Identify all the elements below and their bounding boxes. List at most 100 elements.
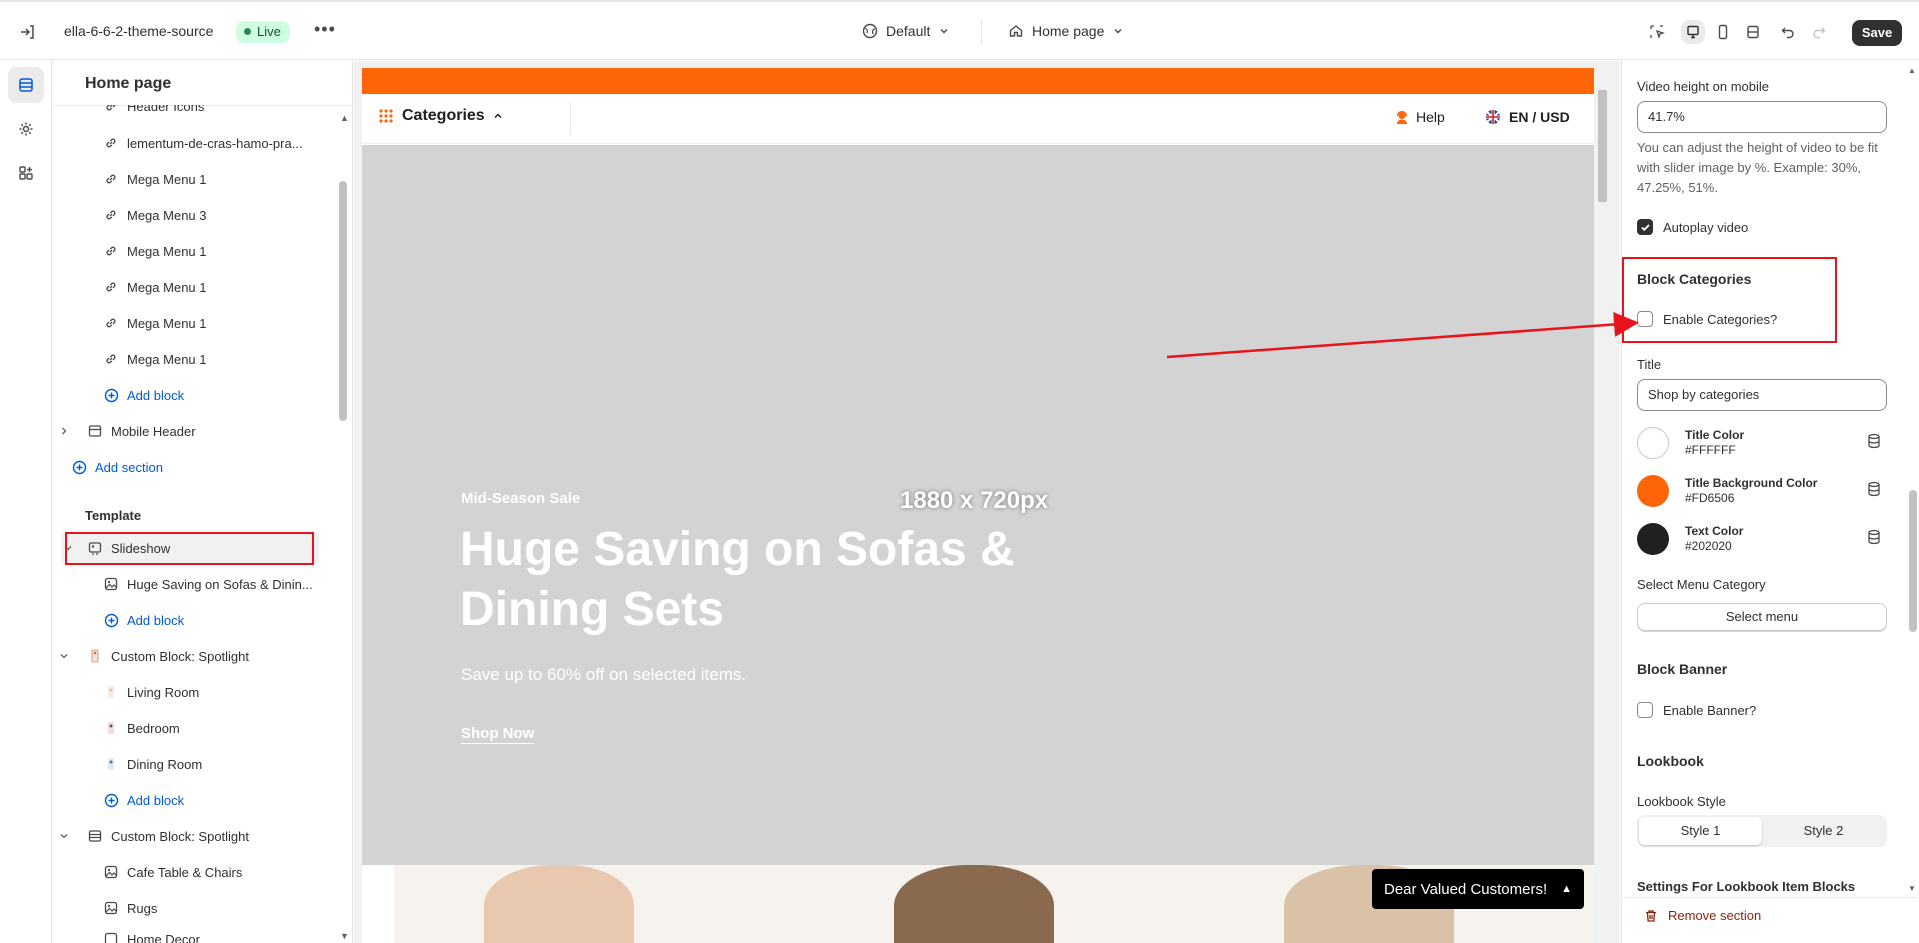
block-row[interactable]: Home Decor	[53, 929, 333, 943]
exit-icon[interactable]	[18, 22, 38, 42]
block-row[interactable]: Bedroom	[53, 713, 333, 743]
inspector-icon[interactable]	[1645, 20, 1669, 44]
block-row[interactable]: Living Room	[53, 677, 333, 707]
page-selector[interactable]: Home page	[1008, 23, 1124, 39]
help-link[interactable]: Help	[1394, 109, 1445, 125]
block-row[interactable]: Mega Menu 1	[53, 272, 333, 302]
color-swatch[interactable]	[1637, 475, 1669, 507]
sidebar-scrollbar[interactable]	[339, 181, 347, 421]
link-icon	[103, 279, 119, 295]
select-menu-button[interactable]: Select menu	[1637, 603, 1887, 631]
scroll-up-icon[interactable]: ▲	[1908, 66, 1916, 75]
chevron-right-icon[interactable]	[59, 424, 69, 439]
block-row[interactable]: Dining Room	[53, 749, 333, 779]
add-block-button[interactable]: Add block	[53, 380, 333, 410]
remove-section-button[interactable]: Remove section	[1644, 908, 1761, 923]
language-currency-label: EN / USD	[1509, 109, 1570, 125]
text-color-setting[interactable]: Text Color #202020	[1637, 521, 1887, 557]
language-currency-selector[interactable]: EN / USD	[1485, 109, 1570, 125]
theme-settings-gear-icon[interactable]	[8, 111, 44, 147]
link-icon	[103, 243, 119, 259]
apps-icon[interactable]	[8, 155, 44, 191]
section-spotlight[interactable]: Custom Block: Spotlight	[53, 641, 333, 671]
enable-banner-checkbox[interactable]: Enable Banner?	[1637, 702, 1756, 718]
bedroom-thumbnail-icon	[103, 720, 119, 736]
block-row[interactable]: lementum-de-cras-hamo-pra...	[53, 128, 333, 158]
scroll-down-icon[interactable]: ▼	[340, 931, 349, 941]
title-color-setting[interactable]: Title Color #FFFFFF	[1637, 425, 1887, 461]
section-layout-icon	[87, 828, 103, 844]
video-height-input[interactable]: 41.7%	[1637, 101, 1887, 133]
color-swatch[interactable]	[1637, 427, 1669, 459]
autoplay-video-checkbox[interactable]: Autoplay video	[1637, 219, 1748, 235]
title-background-color-setting[interactable]: Title Background Color #FD6506	[1637, 473, 1887, 509]
settings-scrollbar[interactable]	[1909, 490, 1917, 632]
title-input[interactable]: Shop by categories	[1637, 379, 1887, 411]
block-row[interactable]: Header Icons	[53, 98, 333, 121]
categories-menu-button[interactable]: Categories	[378, 107, 503, 125]
plus-circle-icon	[103, 792, 119, 808]
page-selector-label: Home page	[1032, 23, 1105, 39]
hero-subtext: Save up to 60% off on selected items.	[461, 665, 747, 684]
checkbox-checked-icon	[1637, 219, 1653, 235]
slideshow-hero[interactable]: 1880 x 720px Mid-Season Sale Huge Saving…	[362, 145, 1594, 865]
uk-flag-icon	[1486, 110, 1500, 124]
link-icon	[103, 351, 119, 367]
scroll-down-icon[interactable]: ▼	[1908, 884, 1916, 893]
block-row[interactable]: Cafe Table & Chairs	[53, 857, 333, 887]
trash-icon	[1646, 909, 1656, 922]
add-section-button[interactable]: Add section	[53, 452, 333, 482]
scroll-up-icon[interactable]: ▲	[340, 113, 349, 123]
live-badge: Live	[236, 21, 290, 43]
chevron-down-icon[interactable]	[59, 829, 69, 844]
color-swatch[interactable]	[1637, 523, 1669, 555]
checkbox-unchecked-icon	[1637, 702, 1653, 718]
lookbook-style-option[interactable]: Style 2	[1762, 817, 1885, 845]
store-name: ella-6-6-2-theme-source	[64, 23, 214, 39]
database-icon[interactable]	[1867, 433, 1881, 454]
notice-popup-button[interactable]: Dear Valued Customers! ▲	[1372, 869, 1584, 909]
mobile-view-icon[interactable]	[1711, 20, 1735, 44]
block-label: Header Icons	[127, 98, 205, 114]
block-row[interactable]: Mega Menu 1	[53, 344, 333, 374]
theme-selector[interactable]: Default	[862, 23, 950, 39]
block-row[interactable]: Rugs	[53, 893, 333, 923]
video-height-label: Video height on mobile	[1637, 79, 1770, 94]
settings-footer: Remove section	[1622, 897, 1918, 943]
block-row[interactable]: Mega Menu 1	[53, 164, 333, 194]
lookbook-style-option[interactable]: Style 1	[1639, 817, 1762, 845]
plus-circle-icon	[103, 612, 119, 628]
color-name: Title Color	[1685, 428, 1745, 442]
shop-now-link[interactable]: Shop Now	[461, 725, 535, 744]
preview-scrollbar[interactable]	[1598, 90, 1607, 202]
block-row[interactable]: Mega Menu 1	[53, 308, 333, 338]
add-block-button[interactable]: Add block	[53, 605, 333, 635]
section-mobile-header[interactable]: Mobile Header	[53, 416, 333, 446]
save-button[interactable]: Save	[1852, 20, 1902, 46]
database-icon[interactable]	[1867, 481, 1881, 502]
add-block-label: Add block	[127, 792, 185, 808]
storefront-preview[interactable]: Categories Help EN / USD 1880 x 720px Mi…	[362, 68, 1594, 943]
more-actions-button[interactable]: •••	[314, 19, 336, 40]
model-photo	[484, 865, 634, 943]
autoplay-label: Autoplay video	[1663, 219, 1749, 235]
redo-icon	[1807, 20, 1831, 44]
chevron-down-icon	[1114, 29, 1122, 34]
full-width-view-icon[interactable]	[1741, 20, 1765, 44]
lookbook-heading: Lookbook	[1637, 753, 1704, 769]
section-spotlight[interactable]: Custom Block: Spotlight	[53, 821, 333, 851]
block-row[interactable]: Mega Menu 1	[53, 236, 333, 266]
desktop-view-icon[interactable]	[1681, 20, 1705, 44]
add-section-label: Add section	[95, 459, 163, 475]
add-block-button[interactable]: Add block	[53, 785, 333, 815]
block-label: Living Room	[127, 684, 200, 700]
sidebar-title: Home page	[85, 75, 172, 92]
chevron-down-icon[interactable]	[59, 649, 69, 664]
block-row[interactable]: Huge Saving on Sofas & Dinin...	[53, 569, 333, 599]
database-icon[interactable]	[1867, 529, 1881, 550]
sections-icon[interactable]	[8, 67, 44, 103]
block-row[interactable]: Mega Menu 3	[53, 200, 333, 230]
notice-label: Dear Valued Customers!	[1384, 880, 1548, 898]
help-label: Help	[1416, 109, 1445, 125]
undo-icon[interactable]	[1776, 20, 1800, 44]
